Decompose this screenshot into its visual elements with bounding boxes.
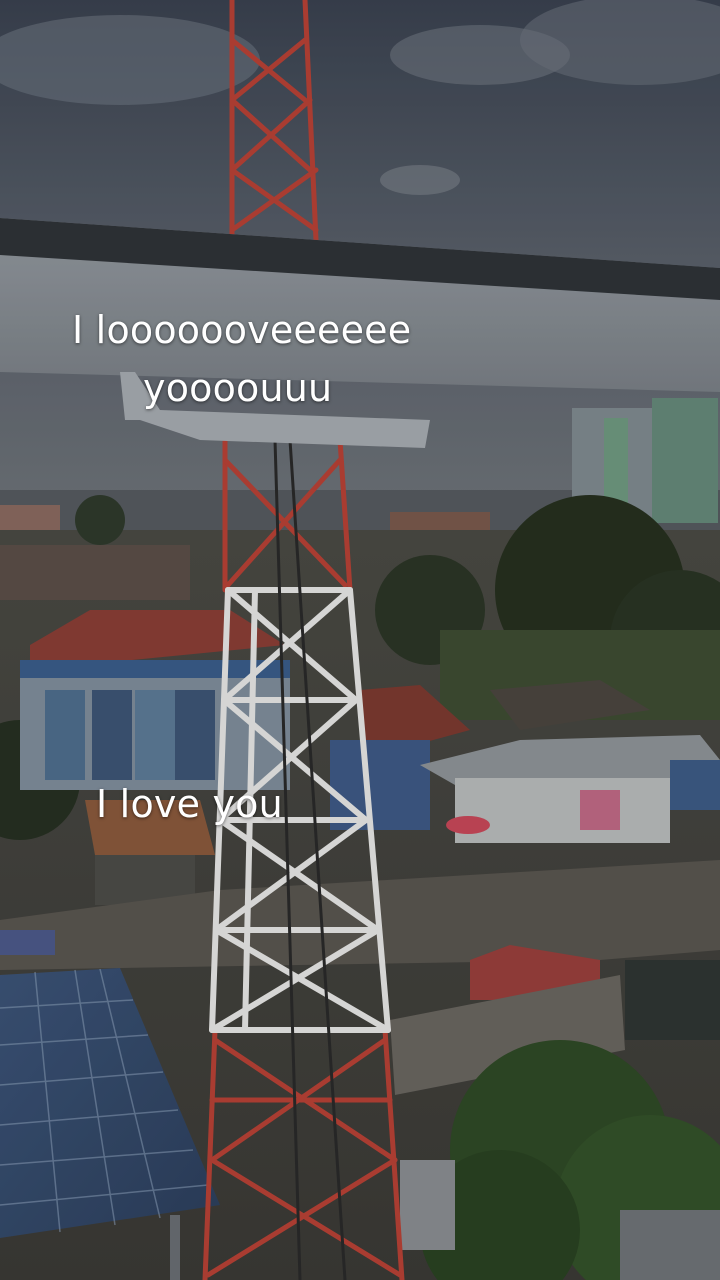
caption-love: I love you <box>96 782 283 826</box>
caption-line-2: yoooouuu <box>143 366 333 410</box>
video-frame: I looooooveeeeee yoooouuu I love you <box>0 0 720 1280</box>
caption-line-1: I looooooveeeeee <box>72 308 412 352</box>
background-photo <box>0 0 720 1280</box>
